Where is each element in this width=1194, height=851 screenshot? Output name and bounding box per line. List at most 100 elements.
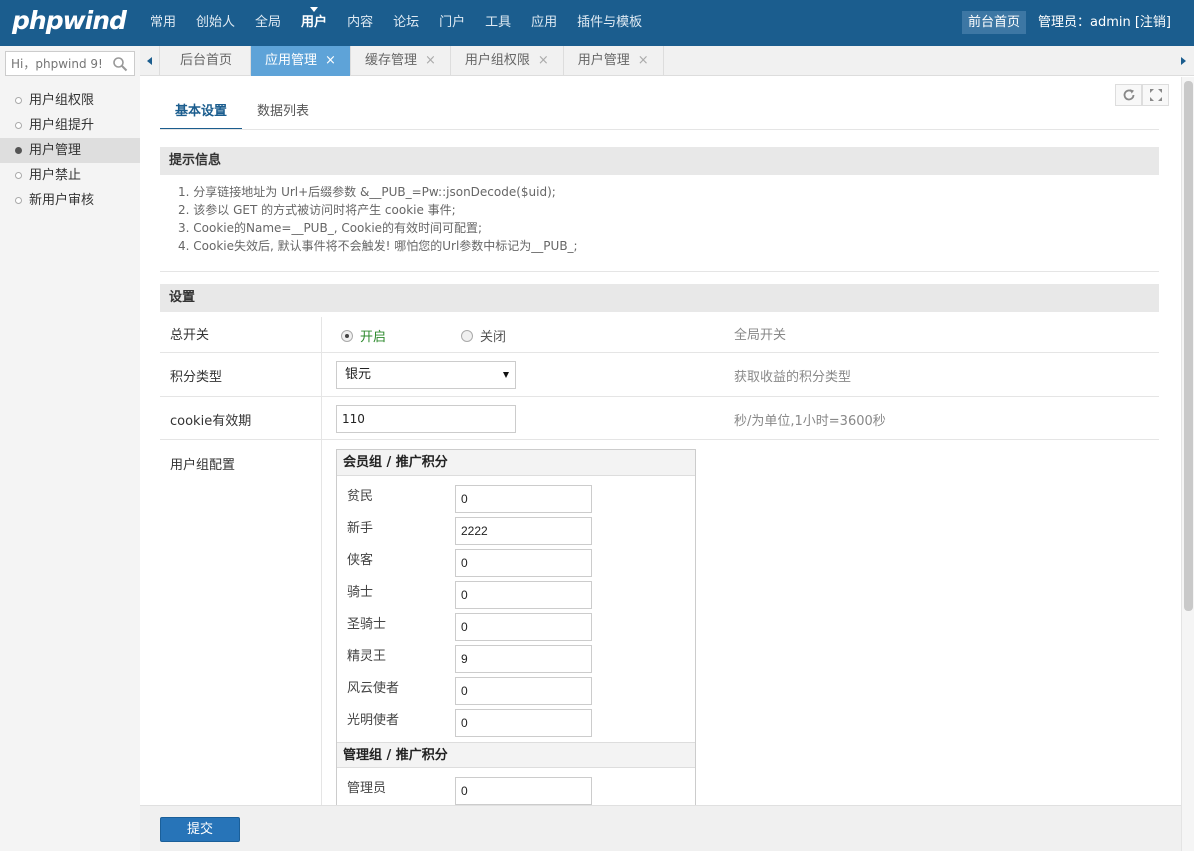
tab-label: 后台首页	[180, 53, 233, 68]
sub-tabs: 基本设置 数据列表	[160, 97, 324, 130]
sidebar-item-user-management[interactable]: 用户管理	[0, 138, 140, 163]
credit-type-value: 银元	[345, 367, 372, 382]
group-credit-input[interactable]	[455, 677, 592, 705]
submit-button[interactable]: 提交	[160, 817, 240, 842]
nav-item-user[interactable]: 用户	[291, 0, 337, 46]
sidebar-item-label: 用户禁止	[29, 168, 82, 183]
scrollbar-thumb[interactable]	[1184, 81, 1193, 611]
radio-on-label: 开启	[360, 330, 387, 345]
tab-app-management[interactable]: 应用管理 ×	[251, 46, 351, 76]
search-input[interactable]	[6, 52, 106, 75]
main-content: 基本设置 数据列表 提示信息 1. 分享链接地址为 Url+后缀参数 &__PU…	[140, 77, 1181, 805]
nav-item-portal[interactable]: 门户	[429, 0, 475, 46]
bullet-icon	[15, 172, 22, 179]
group-credit-input[interactable]	[455, 549, 592, 577]
top-header: phpwind 常用 创始人 全局 用户 内容 论坛 门户 工具 应用 插件与模…	[0, 0, 1194, 46]
tab-cache-management[interactable]: 缓存管理 ×	[351, 46, 451, 76]
group-credit-input[interactable]	[455, 709, 592, 737]
cookie-desc: 秒/为单位,1小时=3600秒	[734, 414, 886, 429]
group-name: 新手	[347, 521, 374, 536]
radio-on[interactable]: 开启	[341, 326, 386, 345]
admin-info[interactable]: 管理员：admin [注销]	[1038, 0, 1171, 46]
content-toolbar	[1115, 84, 1169, 106]
close-icon[interactable]: ×	[325, 46, 336, 76]
nav-item-content[interactable]: 内容	[337, 0, 383, 46]
tab-user-management[interactable]: 用户管理 ×	[564, 46, 664, 76]
radio-checked-icon	[341, 329, 353, 342]
form-row-cookie: cookie有效期 秒/为单位,1小时=3600秒	[160, 397, 1159, 440]
sidebar-item-new-user-review[interactable]: 新用户审核	[0, 188, 140, 213]
member-group-heading: 会员组 / 推广积分	[337, 450, 695, 476]
scrollbar[interactable]	[1181, 77, 1194, 851]
tip-item: 1. 分享链接地址为 Url+后缀参数 &__PUB_=Pw::jsonDeco…	[178, 185, 556, 199]
close-icon[interactable]: ×	[638, 46, 649, 76]
form-row-master-switch: 总开关 开启 关闭 全局开关	[160, 312, 1159, 353]
master-switch-label: 总开关	[170, 328, 210, 343]
refresh-button[interactable]	[1115, 84, 1142, 106]
arrow-left-icon	[147, 57, 152, 65]
refresh-icon	[1123, 89, 1134, 101]
nav-item-founder[interactable]: 创始人	[186, 0, 245, 46]
tab-label: 应用管理	[265, 53, 318, 68]
credit-type-select[interactable]: 银元	[336, 361, 516, 389]
sidebar-item-label: 新用户审核	[29, 193, 95, 208]
tab-label: 缓存管理	[364, 53, 417, 68]
nav-item-apps[interactable]: 应用	[521, 0, 567, 46]
tab-data-list[interactable]: 数据列表	[242, 97, 324, 130]
group-credit-input[interactable]	[455, 613, 592, 641]
nav-item-global[interactable]: 全局	[245, 0, 291, 46]
arrow-right-icon	[1181, 57, 1186, 65]
bullet-icon	[15, 97, 22, 104]
group-credit-input[interactable]	[455, 517, 592, 545]
group-name: 圣骑士	[347, 617, 387, 632]
credit-type-label: 积分类型	[170, 370, 223, 385]
radio-off-label: 关闭	[480, 330, 507, 345]
tips-list: 1. 分享链接地址为 Url+后缀参数 &__PUB_=Pw::jsonDeco…	[178, 183, 578, 255]
radio-off[interactable]: 关闭	[461, 326, 506, 345]
sidebar-item-label: 用户组权限	[29, 93, 95, 108]
front-home-button[interactable]: 前台首页	[962, 11, 1027, 34]
tab-scroll-right-button[interactable]	[1174, 46, 1194, 76]
bullet-icon	[15, 122, 22, 129]
nav-item-tools[interactable]: 工具	[475, 0, 521, 46]
search-icon[interactable]	[112, 56, 128, 72]
group-credit-input[interactable]	[455, 645, 592, 673]
divider	[160, 271, 1159, 272]
radio-unchecked-icon	[461, 329, 473, 342]
cookie-input[interactable]	[336, 405, 516, 433]
sidebar-search	[5, 51, 135, 76]
settings-heading: 设置	[160, 284, 1159, 312]
credit-type-desc: 获取收益的积分类型	[734, 370, 852, 385]
tab-group-permissions[interactable]: 用户组权限 ×	[451, 46, 564, 76]
fullscreen-button[interactable]	[1142, 84, 1169, 106]
tab-label: 用户管理	[577, 53, 630, 68]
close-icon[interactable]: ×	[538, 46, 549, 76]
nav-item-plugins[interactable]: 插件与模板	[567, 0, 652, 46]
group-credit-input[interactable]	[455, 777, 592, 805]
tab-bar: 后台首页 应用管理 × 缓存管理 × 用户组权限 × 用户管理 ×	[140, 46, 1194, 76]
nav-item-common[interactable]: 常用	[140, 0, 186, 46]
sidebar-item-group-permissions[interactable]: 用户组权限	[0, 88, 140, 113]
bullet-icon	[15, 147, 22, 154]
chevron-down-icon	[503, 372, 509, 378]
divider	[160, 129, 1159, 130]
group-name: 贫民	[347, 489, 374, 504]
tab-admin-home[interactable]: 后台首页	[167, 46, 252, 76]
group-credit-input[interactable]	[455, 485, 592, 513]
logo[interactable]: phpwind	[12, 6, 127, 35]
group-credit-input[interactable]	[455, 581, 592, 609]
open-tabs: 后台首页 应用管理 × 缓存管理 × 用户组权限 × 用户管理 ×	[167, 46, 664, 76]
cookie-label: cookie有效期	[170, 414, 252, 429]
master-switch-desc: 全局开关	[734, 328, 787, 343]
nav-item-forum[interactable]: 论坛	[383, 0, 429, 46]
fullscreen-icon	[1149, 89, 1162, 101]
tab-scroll-left-button[interactable]	[140, 46, 160, 76]
sidebar-item-label: 用户组提升	[29, 118, 95, 133]
close-icon[interactable]: ×	[425, 46, 436, 76]
sidebar-item-user-ban[interactable]: 用户禁止	[0, 163, 140, 188]
sidebar-item-group-upgrade[interactable]: 用户组提升	[0, 113, 140, 138]
tab-basic-settings[interactable]: 基本设置	[160, 97, 243, 130]
form-row-credit-type: 积分类型 获取收益的积分类型	[160, 353, 1159, 397]
tip-item: 4. Cookie失效后, 默认事件将不会触发! 哪怕您的Url参数中标记为__…	[178, 239, 578, 253]
bullet-icon	[15, 197, 22, 204]
